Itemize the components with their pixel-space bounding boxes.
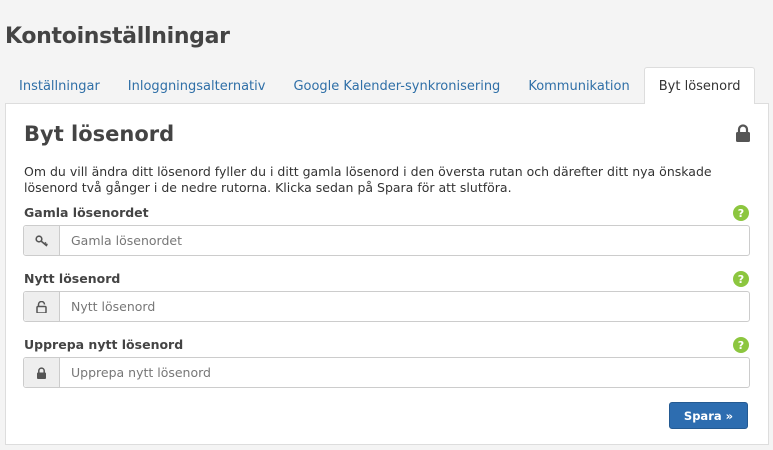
lock-icon [24, 358, 60, 387]
tab-google-kalender[interactable]: Google Kalender-synkronisering [279, 68, 514, 104]
new-password-group [23, 291, 750, 322]
description-text: Om du vill ändra ditt lösenord fyller du… [24, 164, 712, 195]
save-button[interactable]: Spara » [669, 402, 748, 429]
help-icon[interactable]: ? [733, 271, 749, 287]
change-password-panel: Byt lösenord Om du vill ändra ditt lösen… [5, 103, 769, 445]
repeat-password-group [23, 357, 750, 388]
lock-icon [735, 124, 751, 142]
tab-installningar[interactable]: Inställningar [5, 68, 114, 104]
old-password-label: Gamla lösenordet [24, 205, 149, 220]
page-title: Kontoinställningar [5, 24, 230, 49]
repeat-password-label: Upprepa nytt lösenord [24, 337, 184, 352]
tab-bar: Inställningar Inloggningsalternativ Goog… [5, 67, 768, 104]
old-password-input[interactable] [60, 226, 749, 255]
help-icon[interactable]: ? [733, 337, 749, 353]
help-icon[interactable]: ? [733, 205, 749, 221]
key-icon [24, 226, 60, 255]
repeat-password-input[interactable] [60, 358, 749, 387]
new-password-input[interactable] [60, 292, 749, 321]
tab-kommunikation[interactable]: Kommunikation [514, 68, 643, 104]
new-password-label: Nytt lösenord [24, 271, 121, 286]
tab-byt-losenord[interactable]: Byt lösenord [643, 67, 756, 104]
panel-title: Byt lösenord [24, 122, 175, 146]
old-password-group [23, 225, 750, 256]
unlock-icon [24, 292, 60, 321]
tab-inloggningsalternativ[interactable]: Inloggningsalternativ [114, 68, 280, 104]
